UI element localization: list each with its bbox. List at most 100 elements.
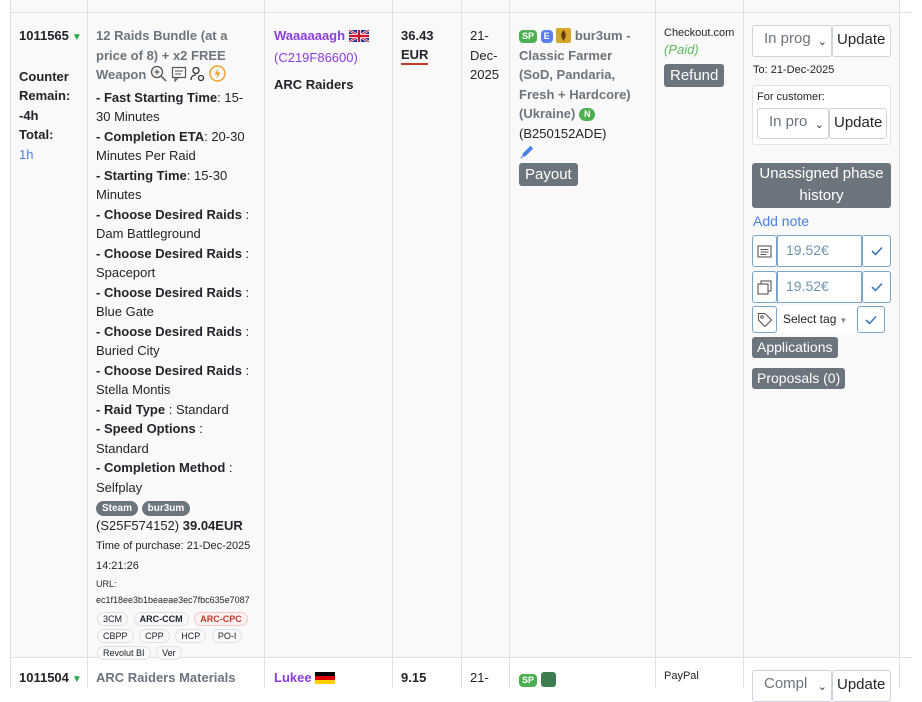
option-value-continued: Spaceport bbox=[96, 265, 156, 280]
option-value: 15-30 bbox=[194, 167, 228, 183]
badge-new: N bbox=[578, 108, 596, 121]
zoom-in-icon[interactable] bbox=[150, 65, 167, 88]
pencil-icon[interactable] bbox=[519, 143, 536, 165]
option-label: - Choose Desired Raids bbox=[96, 245, 242, 261]
booster-line-1[interactable]: Classic Farmer bbox=[519, 46, 653, 66]
total-value: 1h bbox=[19, 146, 34, 162]
option-row: - Fast Starting Time: 15- bbox=[96, 88, 260, 108]
caret-down-icon: ▼ bbox=[839, 316, 848, 325]
status-select[interactable]: In prog ⌄ bbox=[752, 25, 832, 57]
remain-label: Remain: bbox=[19, 88, 71, 103]
option-value: Standard bbox=[175, 401, 229, 417]
to-date: To: 21-Dec-2025 bbox=[753, 64, 835, 76]
date-year: 2025 bbox=[470, 67, 499, 82]
customer-status-select[interactable]: In pro ⌄ bbox=[757, 108, 829, 139]
row2-badge-sp: SP bbox=[519, 674, 538, 687]
option-label: - Completion ETA bbox=[96, 128, 205, 144]
option-row: - Choose Desired Raids : bbox=[96, 283, 260, 303]
game-name: ARC Raiders bbox=[274, 77, 354, 92]
product-options: - Fast Starting Time: 15- 30 Minutes - Com… bbox=[96, 88, 260, 498]
date-cell: 21- Dec- 2025 bbox=[470, 26, 508, 85]
pill-cpp: CPP bbox=[139, 628, 170, 643]
booster-line-3[interactable]: Fresh + Hardcore) bbox=[519, 85, 653, 105]
confirm-amount-1-check-icon[interactable] bbox=[862, 235, 891, 267]
product-title-line-3[interactable]: Weapon bbox=[96, 67, 146, 82]
pill-hcp: HCP bbox=[175, 628, 207, 643]
chevron-down-icon: ⌄ bbox=[817, 681, 827, 693]
caret-down-icon[interactable]: ▼ bbox=[72, 32, 82, 43]
booster-name[interactable]: bur3um - bbox=[575, 28, 631, 43]
option-separator: : bbox=[241, 245, 250, 261]
row2-status-select[interactable]: Compl ⌄ bbox=[752, 670, 832, 702]
tag-steam: Steam bbox=[96, 501, 139, 516]
for-customer-label: For customer: bbox=[757, 91, 825, 103]
row2-customer-cell: Lukee bbox=[274, 670, 336, 687]
refund-button[interactable]: Refund bbox=[664, 64, 725, 87]
confirm-tag-check-icon[interactable] bbox=[857, 306, 885, 333]
pill-cbpp: CBPP bbox=[97, 628, 134, 643]
row2-booster-cell: SP bbox=[519, 672, 556, 687]
row2-customer-name[interactable]: Lukee bbox=[274, 670, 312, 685]
option-label: - Speed Options bbox=[96, 421, 196, 436]
tag-icon bbox=[752, 306, 777, 333]
remain-value: -4h bbox=[19, 107, 39, 123]
status-update-button[interactable]: Update bbox=[832, 25, 891, 57]
purchase-time-label: Time of purchase: bbox=[96, 539, 184, 552]
payout-button[interactable]: Payout bbox=[519, 163, 578, 186]
row2-order-id[interactable]: 1011504 bbox=[19, 670, 69, 685]
product-title-line-1[interactable]: 12 Raids Bundle (at a bbox=[96, 26, 260, 46]
price-amount: 36.43 bbox=[401, 28, 434, 43]
option-row: - Choose Desired Raids : bbox=[96, 361, 260, 381]
customer-cell: Waaaaaagh (C219F86600) ARC Raiders bbox=[274, 26, 390, 95]
unassigned-phase-history-button[interactable]: Unassigned phase history bbox=[752, 163, 891, 208]
booster-line-4[interactable]: (Ukraine) bbox=[519, 106, 575, 121]
option-value-continued: Buried City bbox=[96, 343, 160, 358]
order-id[interactable]: 1011565 bbox=[19, 28, 69, 43]
payment-status: (Paid) bbox=[664, 42, 699, 57]
row2-update-button[interactable]: Update bbox=[832, 670, 891, 702]
proposals-button[interactable]: Proposals (0) bbox=[752, 368, 846, 389]
lightning-icon[interactable] bbox=[209, 65, 226, 88]
booster-line-2[interactable]: (SoD, Pandaria, bbox=[519, 65, 653, 85]
row2-booster-avatar-icon bbox=[540, 672, 556, 687]
amount-field-1[interactable]: 19.52€ bbox=[777, 235, 862, 267]
user-settings-icon[interactable] bbox=[190, 66, 205, 88]
confirm-amount-2-check-icon[interactable] bbox=[862, 271, 891, 303]
applications-button[interactable]: Applications bbox=[752, 337, 838, 358]
option-separator: : bbox=[195, 421, 203, 436]
comment-icon[interactable] bbox=[171, 66, 187, 88]
option-value-continued: Blue Gate bbox=[96, 304, 154, 319]
customer-status-update-button[interactable]: Update bbox=[829, 108, 887, 139]
add-note-link[interactable]: Add note bbox=[753, 213, 809, 229]
url-value[interactable]: ec1f18ee3b1beaeae3ec7fbc635e7087 bbox=[96, 592, 260, 608]
option-row: - Choose Desired Raids : bbox=[96, 322, 260, 342]
option-value: 15- bbox=[224, 89, 244, 105]
customer-name[interactable]: Waaaaaagh bbox=[274, 28, 345, 43]
copy-icon bbox=[752, 271, 777, 303]
amount-field-2[interactable]: 19.52€ bbox=[777, 271, 862, 303]
pill-3cm: 3CM bbox=[97, 611, 129, 626]
row2-price: 9.15 bbox=[401, 670, 427, 685]
option-value-continued: Minutes bbox=[96, 187, 142, 202]
sub-order-price: 39.04EUR bbox=[182, 518, 243, 533]
tag-select[interactable]: Select tag ▼ bbox=[777, 306, 856, 333]
row2-date: 21- bbox=[470, 670, 489, 685]
tag-bur3um: bur3um bbox=[141, 501, 191, 516]
option-separator: : bbox=[241, 323, 250, 339]
booster-avatar-icon bbox=[556, 28, 572, 43]
date-day: 21- bbox=[470, 28, 489, 43]
sub-order-id: (S25F574152) bbox=[96, 518, 180, 533]
option-separator: : bbox=[241, 206, 250, 222]
pill-arc-ccm: ARC-CCM bbox=[133, 611, 189, 626]
customer-id[interactable]: (C219F86600) bbox=[274, 48, 390, 68]
option-label: - Starting Time bbox=[96, 167, 187, 183]
pill-po-i: PO-I bbox=[211, 628, 243, 643]
option-label: - Choose Desired Raids bbox=[96, 362, 242, 378]
product-title-line-2[interactable]: price of 8) + x2 FREE bbox=[96, 46, 260, 66]
option-value-continued: Selfplay bbox=[96, 479, 143, 495]
payment-method: Checkout.com bbox=[664, 27, 735, 39]
purchase-time: 14:21:26 bbox=[96, 559, 139, 572]
caret-down-icon[interactable]: ▼ bbox=[72, 674, 82, 685]
row2-product-title[interactable]: ARC Raiders Materials bbox=[96, 670, 235, 685]
price-currency: EUR bbox=[401, 46, 429, 65]
